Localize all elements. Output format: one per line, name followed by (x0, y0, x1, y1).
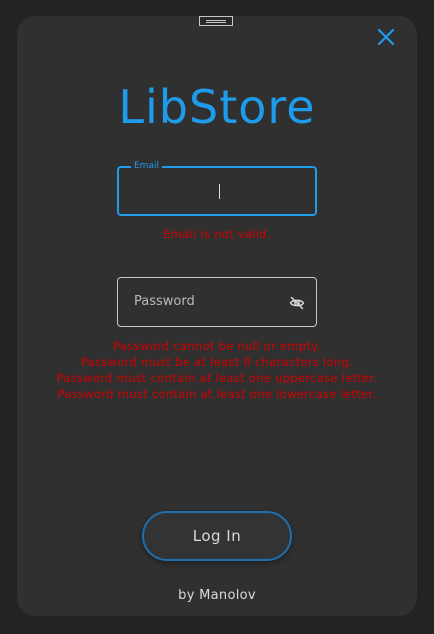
close-icon (377, 28, 395, 46)
text-caret (219, 184, 220, 199)
email-field[interactable]: Email (117, 160, 317, 216)
email-error: Email is not valid. (163, 227, 271, 241)
password-field[interactable]: Password (117, 277, 317, 327)
password-visibility-toggle[interactable] (289, 295, 305, 311)
password-error: Password must contain at least one upper… (56, 371, 378, 385)
login-button[interactable]: Log In (142, 511, 292, 561)
close-button[interactable] (376, 27, 396, 47)
password-placeholder: Password (134, 294, 195, 309)
drag-handle-icon[interactable] (199, 16, 233, 26)
password-error: Password must be at least 8 characters l… (80, 355, 354, 369)
eye-off-icon (289, 296, 305, 310)
email-label: Email (131, 160, 162, 172)
password-errors: Password cannot be null or empty. Passwo… (0, 338, 434, 402)
author-credit: by Manolov (178, 588, 256, 603)
app-title: LibStore (118, 80, 316, 134)
password-error: Password cannot be null or empty. (113, 339, 321, 353)
password-error: Password must contain at least one lower… (57, 387, 377, 401)
